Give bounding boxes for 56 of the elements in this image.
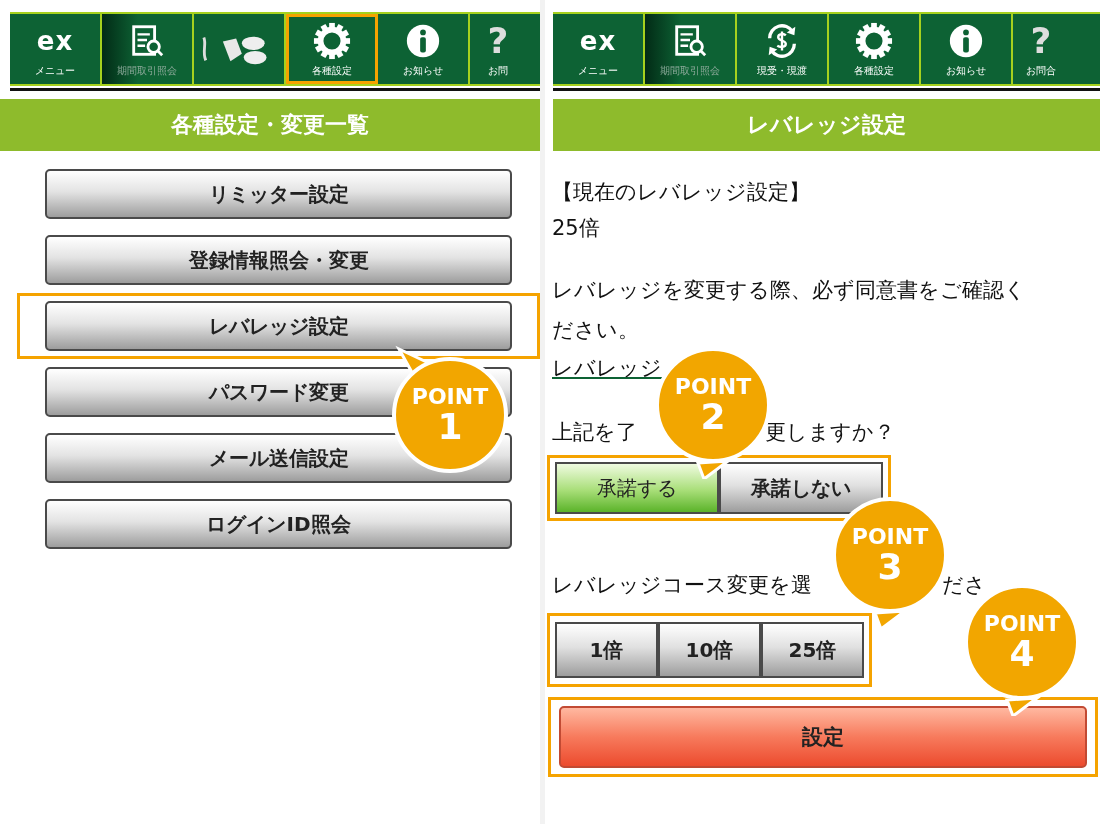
info-icon bbox=[949, 24, 983, 57]
prompt-text: ださ bbox=[942, 572, 986, 599]
leverage-option-button[interactable]: 10倍 bbox=[658, 622, 761, 678]
menu-button[interactable]: レバレッジ設定 bbox=[45, 301, 512, 351]
notepad-search-icon bbox=[132, 24, 164, 56]
toolbar-button[interactable]: お知らせ bbox=[378, 14, 470, 84]
current-setting-value: 25倍 bbox=[552, 215, 600, 242]
help-icon: ? bbox=[1030, 22, 1052, 59]
leverage-option-button[interactable]: 1倍 bbox=[555, 622, 658, 678]
currency-exchange-icon bbox=[768, 23, 796, 58]
menu-button[interactable]: ログインID照会 bbox=[45, 499, 512, 549]
toolbar-label: お問 bbox=[488, 63, 508, 78]
callout-number: 3 bbox=[877, 547, 903, 586]
toolbar-label: お知らせ bbox=[946, 63, 986, 78]
settings-icon bbox=[313, 22, 351, 59]
callout-label: POINT bbox=[851, 524, 929, 548]
menu-button[interactable]: リミッター設定 bbox=[45, 169, 512, 219]
toolbar-button[interactable]: ? お問合 bbox=[1013, 14, 1069, 84]
prompt-text: レバレッジコース変更を選 bbox=[552, 572, 812, 599]
screen-title: 各種設定・変更一覧 bbox=[0, 99, 540, 151]
logo: ex bbox=[36, 27, 74, 54]
toolbar-label: メニュー bbox=[35, 63, 75, 78]
notepad-search-icon bbox=[675, 24, 707, 56]
toolbar-label: お知らせ bbox=[403, 63, 443, 78]
screen-title: レバレッジ設定 bbox=[553, 99, 1100, 151]
notice-text: レバレッジを変更する際、必ず同意書をご確認ください。 bbox=[552, 277, 1027, 344]
prompt-text: 更しますか？ bbox=[765, 419, 895, 446]
info-icon bbox=[406, 24, 440, 57]
leverage-option-button[interactable]: 25倍 bbox=[761, 622, 864, 678]
current-setting-heading: 【現在のレバレッジ設定】 bbox=[552, 179, 810, 206]
toolbar-label: 期間取引照会 bbox=[117, 63, 177, 78]
toolbar-label: 各種設定 bbox=[312, 63, 352, 78]
callout-label: POINT bbox=[983, 611, 1061, 635]
toolbar-button[interactable]: 各種設定 bbox=[286, 14, 378, 84]
toolbar-label: 期間取引照会 bbox=[660, 63, 720, 78]
prompt-text: 上記を了 bbox=[552, 419, 637, 446]
logo: ex bbox=[579, 27, 617, 54]
callout-number: 2 bbox=[700, 397, 726, 436]
callout-number: 4 bbox=[1009, 634, 1035, 673]
toolbar-label: メニュー bbox=[578, 63, 618, 78]
toolbar-label: 各種設定 bbox=[854, 63, 894, 78]
settings-icon bbox=[855, 22, 893, 59]
callout-label: POINT bbox=[411, 384, 489, 408]
submit-button[interactable]: 設定 bbox=[559, 706, 1087, 768]
toolbar-button[interactable]: 現受・現渡 bbox=[737, 14, 829, 84]
toolbar-button[interactable]: ? お問 bbox=[470, 14, 526, 84]
consent-button[interactable]: 承諾しない bbox=[719, 462, 883, 514]
agreement-link[interactable]: レバレッジ bbox=[552, 356, 662, 380]
consent-button[interactable]: 承諾する bbox=[555, 462, 719, 514]
toolbar-button[interactable]: 各種設定 bbox=[829, 14, 921, 84]
toolbar-label: お問合 bbox=[1026, 63, 1056, 78]
menu-button[interactable]: 登録情報照会・変更 bbox=[45, 235, 512, 285]
help-icon: ? bbox=[487, 22, 509, 59]
callout-label: POINT bbox=[674, 374, 752, 398]
toolbar-label: 現受・現渡 bbox=[757, 63, 807, 78]
toolbar-button[interactable]: お知らせ bbox=[921, 14, 1013, 84]
